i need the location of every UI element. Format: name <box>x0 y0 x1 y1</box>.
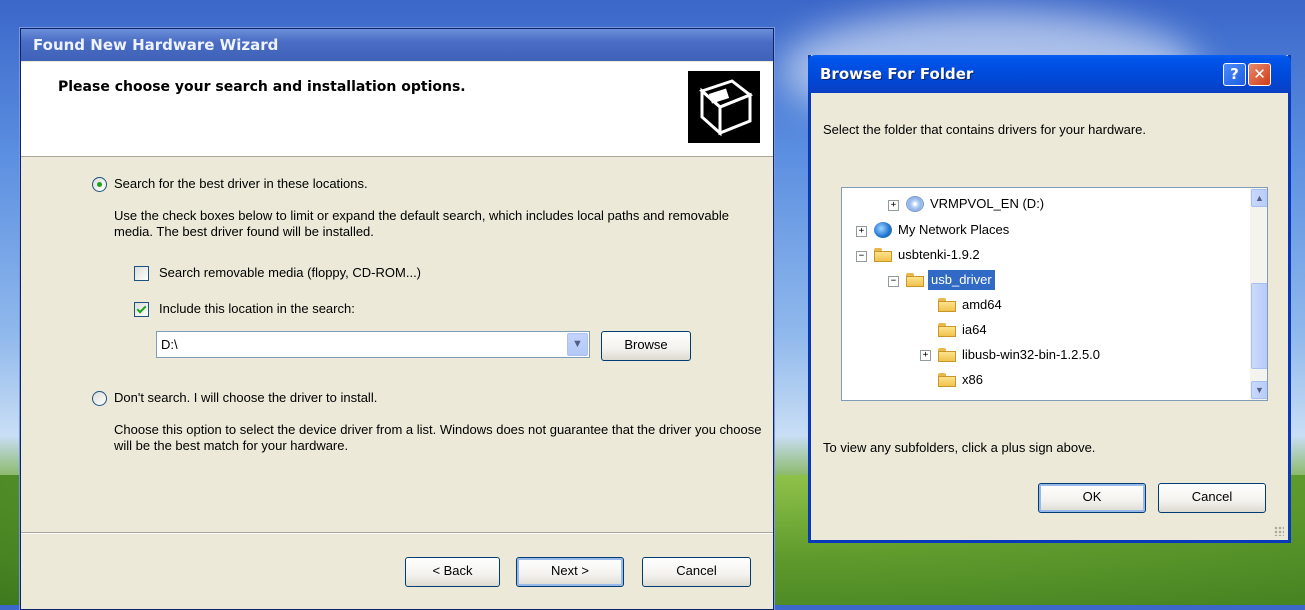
folder-icon <box>938 373 956 387</box>
wizard-heading: Please choose your search and installati… <box>58 79 466 95</box>
tree-item-label[interactable]: amd64 <box>962 295 1002 315</box>
tree-scrollbar[interactable]: ▲ ▼ <box>1250 188 1267 400</box>
search-option-description: Use the check boxes below to limit or ex… <box>114 208 729 239</box>
browse-title-bar: Browse For Folder ? ✕ <box>808 55 1291 93</box>
tree-item-label[interactable]: x86 <box>962 370 983 390</box>
tree-item-label-selected[interactable]: usb_driver <box>928 270 995 290</box>
browse-hint: To view any subfolders, click a plus sig… <box>823 440 1096 455</box>
removable-media-label[interactable]: Search removable media (floppy, CD-ROM..… <box>159 265 421 280</box>
search-option-radio[interactable] <box>92 177 107 192</box>
folder-icon <box>938 298 956 312</box>
expand-icon[interactable]: + <box>920 350 931 361</box>
hardware-install-icon <box>688 71 760 143</box>
resize-grip-icon[interactable] <box>1274 526 1284 536</box>
manual-option-label[interactable]: Don't search. I will choose the driver t… <box>114 390 377 405</box>
back-button[interactable]: < Back <box>405 557 500 587</box>
hardware-wizard-window: Found New Hardware Wizard Please choose … <box>20 28 774 610</box>
include-location-checkbox[interactable] <box>134 302 149 317</box>
ok-button[interactable]: OK <box>1038 483 1146 513</box>
manual-option-radio[interactable] <box>92 391 107 406</box>
scroll-up-icon[interactable]: ▲ <box>1251 189 1267 207</box>
folder-icon <box>938 348 956 362</box>
help-icon[interactable]: ? <box>1223 63 1246 86</box>
tree-item-label[interactable]: libusb-win32-bin-1.2.5.0 <box>962 345 1100 365</box>
include-location-label[interactable]: Include this location in the search: <box>159 301 355 316</box>
collapse-icon[interactable]: − <box>888 276 899 287</box>
browse-folder-dialog: Browse For Folder ? ✕ Select the folder … <box>808 55 1291 543</box>
wizard-header <box>21 62 773 157</box>
location-value: D:\ <box>161 337 178 352</box>
browse-button[interactable]: Browse <box>601 331 691 361</box>
location-combobox[interactable]: D:\ ▼ <box>156 331 590 358</box>
browse-instruction: Select the folder that contains drivers … <box>823 122 1146 137</box>
tree-item-label[interactable]: My Network Places <box>898 220 1009 240</box>
folder-tree[interactable]: + VRMPVOL_EN (D:) + My Network Places − … <box>841 187 1268 401</box>
scroll-down-icon[interactable]: ▼ <box>1251 381 1267 399</box>
cd-drive-icon <box>906 196 924 212</box>
chevron-down-icon[interactable]: ▼ <box>567 333 588 356</box>
manual-option-description: Choose this option to select the device … <box>114 422 762 453</box>
removable-media-checkbox[interactable] <box>134 266 149 281</box>
collapse-icon[interactable]: − <box>856 251 867 262</box>
browse-title: Browse For Folder <box>820 65 974 83</box>
expand-icon[interactable]: + <box>856 226 867 237</box>
folder-open-icon <box>906 273 924 287</box>
wizard-footer-divider <box>21 532 773 533</box>
search-option-label[interactable]: Search for the best driver in these loca… <box>114 176 368 191</box>
scroll-thumb[interactable] <box>1251 283 1267 369</box>
tree-item-label[interactable]: usbtenki-1.9.2 <box>898 245 980 265</box>
wizard-cancel-button[interactable]: Cancel <box>642 557 751 587</box>
browse-cancel-button[interactable]: Cancel <box>1158 483 1266 513</box>
network-places-icon <box>874 222 892 238</box>
folder-icon <box>874 248 892 262</box>
tree-item-label[interactable]: ia64 <box>962 320 987 340</box>
expand-icon[interactable]: + <box>888 200 899 211</box>
next-button[interactable]: Next > <box>516 557 624 587</box>
folder-icon <box>938 323 956 337</box>
wizard-title-bar: Found New Hardware Wizard <box>21 29 773 61</box>
close-icon[interactable]: ✕ <box>1248 63 1271 86</box>
tree-item-label[interactable]: VRMPVOL_EN (D:) <box>930 194 1044 214</box>
